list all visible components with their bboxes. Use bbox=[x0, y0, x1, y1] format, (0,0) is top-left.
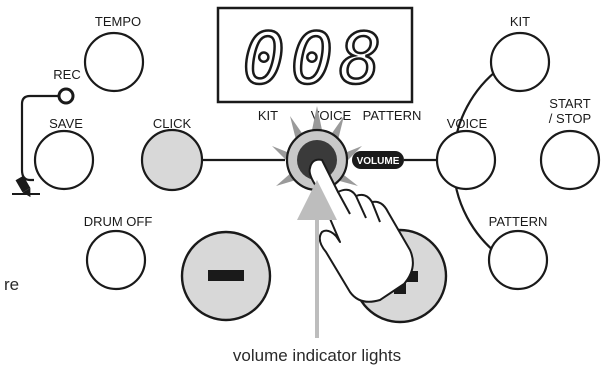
display-label-pattern: PATTERN bbox=[363, 108, 422, 123]
caption: volume indicator lights bbox=[233, 346, 401, 365]
edge-text: re bbox=[4, 275, 19, 294]
rec-label: REC bbox=[53, 67, 80, 82]
save-button[interactable] bbox=[33, 129, 95, 191]
drum-panel-diagram: 008 KIT VOICE PATTERN TEMPO REC SAVE CLI… bbox=[4, 6, 601, 365]
rec-indicator bbox=[57, 87, 75, 105]
click-button[interactable] bbox=[140, 128, 204, 192]
display-label-kit: KIT bbox=[258, 108, 278, 123]
pattern-button[interactable] bbox=[487, 229, 549, 291]
tempo-button[interactable] bbox=[83, 31, 145, 93]
led-digits: 008 bbox=[243, 18, 387, 100]
start-stop-button[interactable] bbox=[539, 129, 601, 191]
start-stop-label-line2: / STOP bbox=[549, 111, 591, 126]
kit-label: KIT bbox=[510, 14, 530, 29]
save-label: SAVE bbox=[49, 116, 83, 131]
click-label: CLICK bbox=[153, 116, 192, 131]
pattern-label: PATTERN bbox=[489, 214, 548, 229]
pointing-hand-icon bbox=[308, 158, 414, 303]
drum-off-label: DRUM OFF bbox=[84, 214, 153, 229]
volume-label: VOLUME bbox=[357, 156, 400, 167]
kit-button[interactable] bbox=[489, 31, 551, 93]
voice-button[interactable] bbox=[435, 129, 497, 191]
voice-label: VOICE bbox=[447, 116, 488, 131]
minus-icon bbox=[208, 270, 244, 281]
led-display: 008 bbox=[216, 6, 414, 104]
start-stop-label-line1: START bbox=[549, 96, 590, 111]
drum-off-button[interactable] bbox=[85, 229, 147, 291]
tempo-label: TEMPO bbox=[95, 14, 141, 29]
